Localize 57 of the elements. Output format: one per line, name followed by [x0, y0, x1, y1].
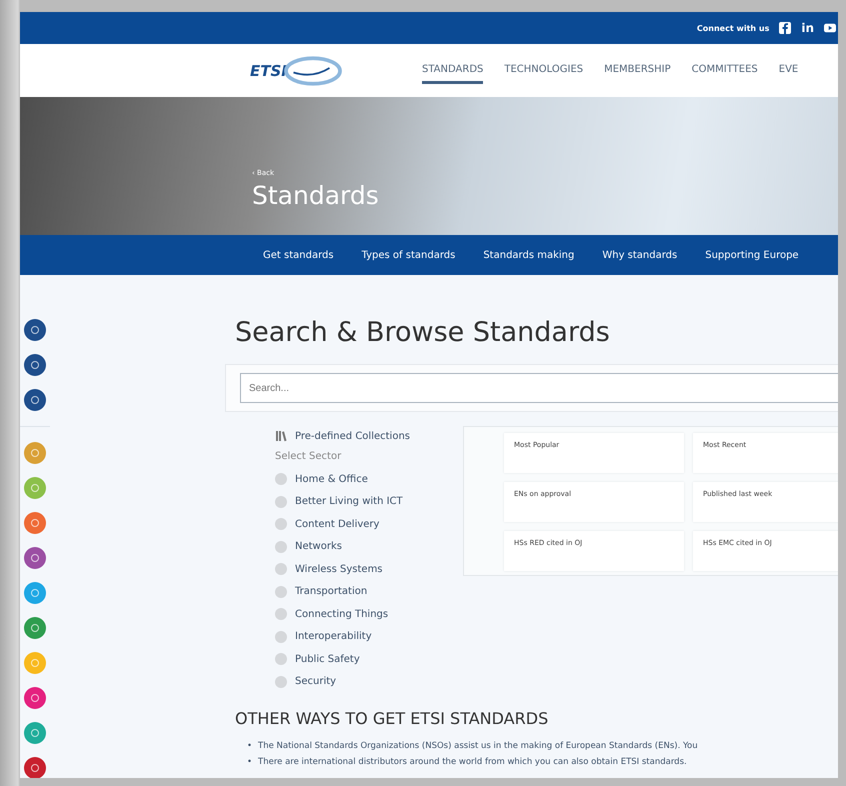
sector-icon-button[interactable]	[24, 722, 46, 744]
video-icon[interactable]	[824, 22, 836, 34]
radio-button[interactable]	[275, 586, 287, 598]
sector-icon-button[interactable]	[24, 442, 46, 464]
connect-label: Connect with us	[696, 24, 770, 32]
books-icon	[275, 430, 287, 442]
nav-link[interactable]: EVE	[778, 58, 798, 84]
sector-option[interactable]: Wireless Systems	[295, 564, 383, 575]
sub-nav-link[interactable]: Why standards	[602, 250, 678, 260]
sector-option[interactable]: Content Delivery	[295, 518, 380, 530]
nav-link[interactable]: STANDARDS	[422, 58, 484, 84]
section-heading: OTHER WAYS TO GET ETSI STANDARDS	[235, 709, 550, 728]
bullet-marker: •	[247, 756, 252, 769]
nav-link[interactable]: TECHNOLOGIES	[504, 58, 584, 84]
sector-icon-button[interactable]	[24, 617, 46, 639]
page-title: Standards	[252, 181, 380, 210]
round-icon-button[interactable]	[24, 389, 46, 411]
sector-option[interactable]: Home & Office	[295, 474, 368, 485]
sector-option[interactable]: Security	[295, 676, 336, 688]
sector-option[interactable]: Connecting Things	[295, 608, 388, 620]
sector-option[interactable]: Networks	[295, 541, 342, 552]
logo-text[interactable]: ETSI	[250, 62, 287, 80]
collections-link[interactable]: Pre-defined Collections	[295, 430, 410, 442]
round-icon-button[interactable]	[24, 319, 46, 341]
radio-button[interactable]	[275, 473, 287, 486]
radio-button[interactable]	[275, 608, 287, 620]
sub-nav-link[interactable]: Get standards	[263, 250, 334, 260]
linkedin-icon[interactable]: in	[801, 22, 814, 34]
sub-nav-link[interactable]: Standards making	[483, 250, 574, 260]
search-field[interactable]: Search...	[240, 373, 838, 403]
bullet-text: There are international distributors around the world from which you can also obtain ETSI standards.	[258, 756, 687, 769]
radio-button[interactable]	[275, 630, 287, 643]
nav-link[interactable]: MEMBERSHIP	[604, 58, 671, 84]
radio-button[interactable]	[275, 676, 287, 688]
radio-button[interactable]	[275, 496, 287, 508]
radio-button[interactable]	[275, 518, 287, 530]
sector-option[interactable]: Public Safety	[295, 654, 360, 665]
sector-option[interactable]: Interoperability	[295, 631, 372, 642]
sector-option[interactable]: Better Living with ICT	[295, 496, 403, 508]
sector-icon-button[interactable]	[24, 547, 46, 569]
sub-nav-link[interactable]: Supporting Europe	[705, 250, 799, 260]
sector-icon-button[interactable]	[24, 757, 46, 778]
sector-icon-button[interactable]	[24, 512, 46, 534]
select-sector-label: Select Sector	[275, 450, 342, 464]
round-icon-button[interactable]	[24, 354, 46, 376]
radio-button[interactable]	[275, 563, 287, 576]
sector-icon-button[interactable]	[24, 582, 46, 604]
bullet-marker: •	[247, 740, 252, 753]
nav-link[interactable]: COMMITTEES	[692, 58, 758, 84]
radio-button[interactable]	[275, 653, 287, 666]
section-title: Search & Browse Standards	[235, 317, 611, 348]
sector-icon-button[interactable]	[24, 687, 46, 709]
facebook-icon[interactable]	[779, 22, 792, 34]
sub-nav-link[interactable]: Types of standards	[362, 250, 456, 260]
radio-button[interactable]	[275, 540, 287, 553]
sector-option[interactable]: Transportation	[295, 586, 368, 598]
bullet-text: The National Standards Organizations (NSOs) assist us in the making of European Standards (ENs). You	[258, 740, 698, 753]
